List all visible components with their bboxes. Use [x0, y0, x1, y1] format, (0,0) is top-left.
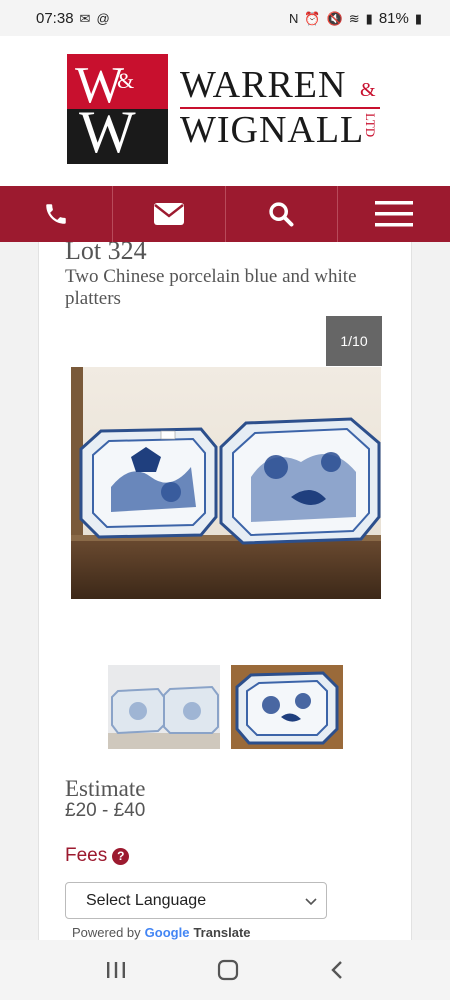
- language-select[interactable]: Select Language: [65, 882, 327, 919]
- thumbnail-1[interactable]: [108, 665, 220, 749]
- status-bar: 07:38 ✉ @ N ⏰ 🔇 ≋ ▮ 81% ▮: [0, 0, 450, 36]
- home-icon[interactable]: [216, 958, 240, 982]
- logo-ltd: LTD: [363, 113, 378, 138]
- mute-icon: 🔇: [326, 10, 343, 26]
- status-time: 07:38: [36, 9, 74, 27]
- estimate-label: Estimate: [65, 776, 146, 801]
- mail-notification-icon: ✉: [79, 10, 91, 26]
- question-icon[interactable]: ?: [112, 847, 130, 865]
- logo-ampersand: &: [360, 79, 376, 101]
- wifi-icon: ≋: [348, 10, 360, 26]
- phone-icon: [46, 204, 66, 224]
- recent-apps-icon[interactable]: [105, 960, 127, 980]
- mail-icon: [153, 203, 184, 225]
- estimate-value: £20 - £40: [65, 800, 146, 821]
- lot-number: Lot 324: [65, 242, 147, 265]
- powered-by-google: Powered by Google Translate: [72, 925, 251, 940]
- at-notification-icon: @: [96, 10, 110, 26]
- translate-link[interactable]: Translate: [193, 925, 250, 940]
- logo-mark[interactable]: W & W: [67, 54, 168, 164]
- system-nav-bar: [0, 940, 450, 1000]
- menu-icon: [375, 201, 414, 227]
- nav-bar: [0, 186, 450, 242]
- fees-link[interactable]: Fees ?: [65, 845, 130, 867]
- logo-line-warren[interactable]: WARREN: [180, 66, 346, 104]
- signal-icon: ▮: [365, 10, 373, 26]
- search-icon: [269, 202, 294, 227]
- thumbnail-2[interactable]: [231, 665, 343, 749]
- logo-mark-w2: W: [79, 99, 136, 165]
- image-counter: 1/10: [326, 316, 382, 366]
- phone-button[interactable]: [0, 186, 113, 242]
- alarm-icon: ⏰: [304, 10, 321, 26]
- menu-button[interactable]: [338, 186, 450, 242]
- fees-label: Fees: [65, 845, 108, 866]
- google-logo: Google: [144, 925, 190, 940]
- logo-mark-amp: &: [117, 68, 135, 93]
- email-button[interactable]: [113, 186, 226, 242]
- back-icon[interactable]: [329, 959, 345, 981]
- battery-icon: ▮: [414, 10, 422, 26]
- lot-card: Lot 324 Two Chinese porcelain blue and w…: [38, 242, 412, 942]
- chevron-down-icon: [305, 897, 317, 905]
- nfc-icon: N: [288, 10, 299, 26]
- search-button[interactable]: [226, 186, 339, 242]
- logo-line-wignall[interactable]: WIGNALL: [180, 111, 364, 149]
- powered-by-text: Powered by: [72, 925, 141, 940]
- battery-level: 81%: [378, 9, 409, 27]
- site-header: W & W WARREN & WIGNALL LTD: [0, 36, 450, 186]
- lot-title: Two Chinese porcelain blue and white pla…: [65, 266, 357, 309]
- language-select-label: Select Language: [86, 891, 207, 909]
- main-lot-photo[interactable]: [71, 367, 381, 599]
